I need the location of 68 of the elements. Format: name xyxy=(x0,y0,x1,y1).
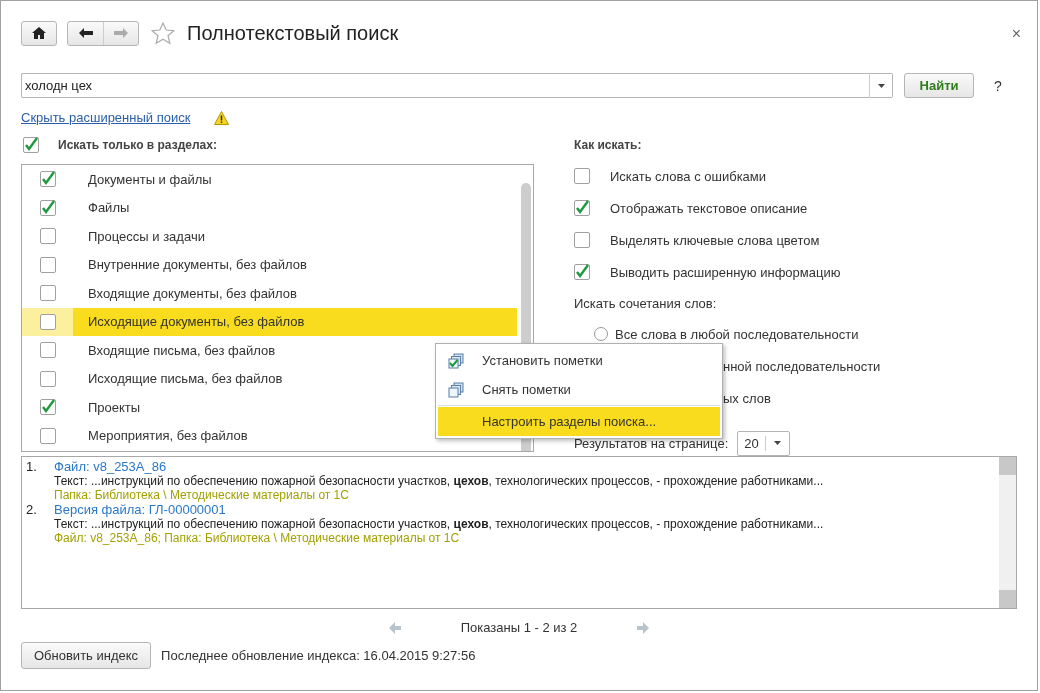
dropdown-button[interactable] xyxy=(869,73,893,98)
result-link[interactable]: Файл: v8_253A_86 xyxy=(54,459,167,474)
checkbox[interactable] xyxy=(39,285,56,302)
close-button[interactable]: × xyxy=(1011,25,1021,43)
warning-icon xyxy=(214,110,230,125)
dropdown-icon xyxy=(773,441,781,445)
list-item[interactable]: Файлы xyxy=(73,193,517,222)
radio-button[interactable] xyxy=(594,327,608,341)
window-title: Полнотекстовый поиск xyxy=(187,21,399,45)
list-item[interactable]: Исходящие документы, без файлов xyxy=(73,307,517,336)
result-number: 1. xyxy=(26,459,38,474)
option-label: Выделять ключевые слова цветом xyxy=(610,232,820,248)
checkbox[interactable] xyxy=(39,370,56,387)
checkbox[interactable] xyxy=(574,200,590,216)
section-filter-label: Искать только в разделах: xyxy=(58,138,217,152)
right-arrow-icon xyxy=(114,28,128,38)
how-label: Как искать: xyxy=(574,138,642,152)
checkbox[interactable] xyxy=(574,232,590,248)
result-text: Текст: ...инструкций по обеспечению пожарной безопасности участков, цехов, технологических процессов, - прохождение работниками... xyxy=(54,474,825,488)
home-icon xyxy=(32,27,46,39)
dropdown-icon xyxy=(877,83,885,88)
menu-item[interactable]: Установить пометки xyxy=(438,346,720,375)
checkbox[interactable] xyxy=(39,427,56,444)
previous-page-icon[interactable] xyxy=(388,621,401,634)
list-item[interactable]: Документы и файлы xyxy=(73,165,517,194)
find-button[interactable]: Найти xyxy=(904,73,974,98)
result-link[interactable]: Версия файла: ГЛ-00000001 xyxy=(54,502,226,517)
checkbox[interactable] xyxy=(574,264,590,280)
result-path: Папка: Библиотека \ Методические материалы от 1С xyxy=(54,488,350,502)
checkbox[interactable] xyxy=(39,256,56,273)
option-label: Выводить расширенную информацию xyxy=(610,264,841,280)
menu-item[interactable]: Настроить разделы поиска... xyxy=(438,407,720,436)
combos-label: Искать сочетания слов: xyxy=(574,294,718,313)
per-page-label: Результатов на странице: xyxy=(574,435,729,451)
star-icon[interactable] xyxy=(151,21,175,45)
radio-label: ых слов xyxy=(723,390,771,406)
help-button[interactable]: ? xyxy=(994,77,1002,94)
hide-advanced-link[interactable]: Скрыть расширенный поиск xyxy=(21,110,191,125)
pager-status: Показаны 1 - 2 из 2 xyxy=(460,620,578,635)
next-page-icon[interactable] xyxy=(637,621,650,634)
home-button[interactable] xyxy=(21,20,57,46)
result-text: Текст: ...инструкций по обеспечению пожарной безопасности участков, цехов, технологических процессов, - прохождение работниками... xyxy=(54,517,825,531)
list-item[interactable]: Входящие документы, без файлов xyxy=(73,279,517,308)
radio-label: нной последовательности xyxy=(723,358,881,374)
checked-stack-icon xyxy=(448,352,464,369)
per-page-select[interactable]: 20 xyxy=(737,430,790,456)
option-label: Искать слова с ошибками xyxy=(610,168,767,184)
menu-item[interactable]: Снять пометки xyxy=(438,375,720,404)
checkbox[interactable] xyxy=(39,342,56,359)
update-index-button[interactable]: Обновить индекс xyxy=(21,642,152,669)
index-status: Последнее обновление индекса: 16.04.2015 9:27:56 xyxy=(161,648,476,663)
radio-label: Все слова в любой последовательности xyxy=(615,326,859,342)
result-path: Файл: v8_253A_86; Папка: Библиотека \ Методические материалы от 1С xyxy=(54,531,461,545)
search-field[interactable]: холодн цех xyxy=(21,73,869,98)
checkbox[interactable] xyxy=(574,168,590,184)
option-label: Отображать текстовое описание xyxy=(610,200,808,216)
list-item[interactable]: Внутренние документы, без файлов xyxy=(73,250,517,279)
result-number: 2. xyxy=(26,502,38,517)
left-arrow-icon xyxy=(78,28,93,38)
scrollbar[interactable] xyxy=(999,457,1016,608)
stack-icon xyxy=(448,381,464,398)
checkbox[interactable] xyxy=(39,228,56,245)
checkbox[interactable] xyxy=(39,171,56,188)
checkbox[interactable] xyxy=(39,399,56,416)
checkbox[interactable] xyxy=(39,199,56,216)
checkbox[interactable] xyxy=(39,313,56,330)
list-item[interactable]: Процессы и задачи xyxy=(73,222,517,251)
checkbox[interactable] xyxy=(23,137,39,153)
